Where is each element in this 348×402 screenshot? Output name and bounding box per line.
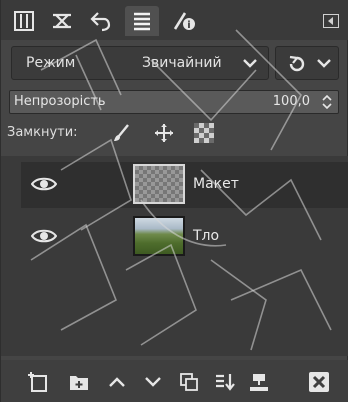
mode-row: Режим Звичайний	[11, 46, 339, 80]
layer-thumbnail	[133, 216, 185, 256]
svg-text:i: i	[187, 20, 190, 31]
opacity-label: Непрозорість	[14, 94, 106, 109]
duplicate-icon	[180, 373, 198, 391]
dock-tab-bar: i	[1, 0, 348, 40]
anchor-icon	[250, 374, 268, 391]
lock-alpha-button[interactable]	[193, 122, 215, 144]
layer-row-tlo[interactable]: Тло	[21, 214, 348, 260]
mode-label: Режим	[26, 55, 76, 71]
lock-row: Замкнути:	[7, 120, 337, 148]
opacity-spinscale[interactable]: Непрозорість 100,0	[9, 90, 339, 114]
tab-undo-history[interactable]	[125, 6, 159, 36]
reset-icon	[289, 55, 305, 72]
layers-toolbar	[1, 360, 348, 402]
layer-row-maket[interactable]: Макет	[21, 162, 348, 208]
duplicate-layer-button[interactable]	[177, 370, 201, 394]
chevron-down-icon	[243, 59, 257, 68]
alpha-checker-icon	[194, 123, 214, 143]
spin-arrows-icon	[322, 95, 332, 109]
undo-history-icon	[134, 12, 150, 31]
tab-paths[interactable]	[83, 6, 117, 36]
merge-down-icon	[216, 374, 235, 391]
eye-icon[interactable]	[31, 176, 57, 192]
brush-icon	[114, 124, 129, 141]
layer-name: Макет	[193, 176, 239, 192]
chevron-down-icon	[145, 377, 161, 387]
layers-dock: i Режим Звичайний Непрозорість 100,0 Зам…	[0, 0, 348, 402]
lower-layer-button[interactable]	[141, 370, 165, 394]
layer-list[interactable]: Макет Тло	[1, 156, 348, 356]
move-icon	[155, 124, 173, 142]
layers-icon	[14, 11, 34, 31]
layer-thumbnail	[133, 164, 185, 204]
tab-channels[interactable]	[45, 6, 79, 36]
anchor-layer-button[interactable]	[247, 370, 271, 394]
opacity-spin-buttons[interactable]	[316, 91, 338, 113]
new-layer-icon	[28, 372, 47, 392]
mode-reset-select[interactable]	[275, 46, 339, 80]
tab-info[interactable]: i	[167, 6, 201, 36]
merge-down-button[interactable]	[213, 370, 237, 394]
new-group-icon	[70, 376, 88, 390]
mode-select[interactable]: Режим Звичайний	[11, 46, 269, 80]
opacity-value: 100,0	[272, 94, 310, 109]
delete-icon	[309, 372, 329, 392]
chevron-down-icon	[317, 59, 331, 68]
eye-icon[interactable]	[31, 228, 57, 244]
paths-icon	[90, 12, 111, 32]
raise-layer-button[interactable]	[105, 370, 129, 394]
dock-menu-icon	[323, 14, 339, 28]
tab-layers[interactable]	[7, 6, 41, 36]
lock-label: Замкнути:	[7, 125, 78, 140]
dock-menu-button[interactable]	[323, 13, 339, 28]
channels-icon	[53, 13, 71, 29]
info-icon: i	[173, 12, 195, 31]
lock-position-button[interactable]	[153, 122, 175, 144]
delete-layer-button[interactable]	[307, 370, 331, 394]
new-layer-button[interactable]	[27, 370, 51, 394]
new-group-button[interactable]	[67, 370, 91, 394]
lock-pixels-button[interactable]	[111, 122, 133, 144]
layer-name: Тло	[193, 228, 220, 244]
chevron-up-icon	[109, 377, 125, 387]
mode-value: Звичайний	[142, 55, 222, 71]
